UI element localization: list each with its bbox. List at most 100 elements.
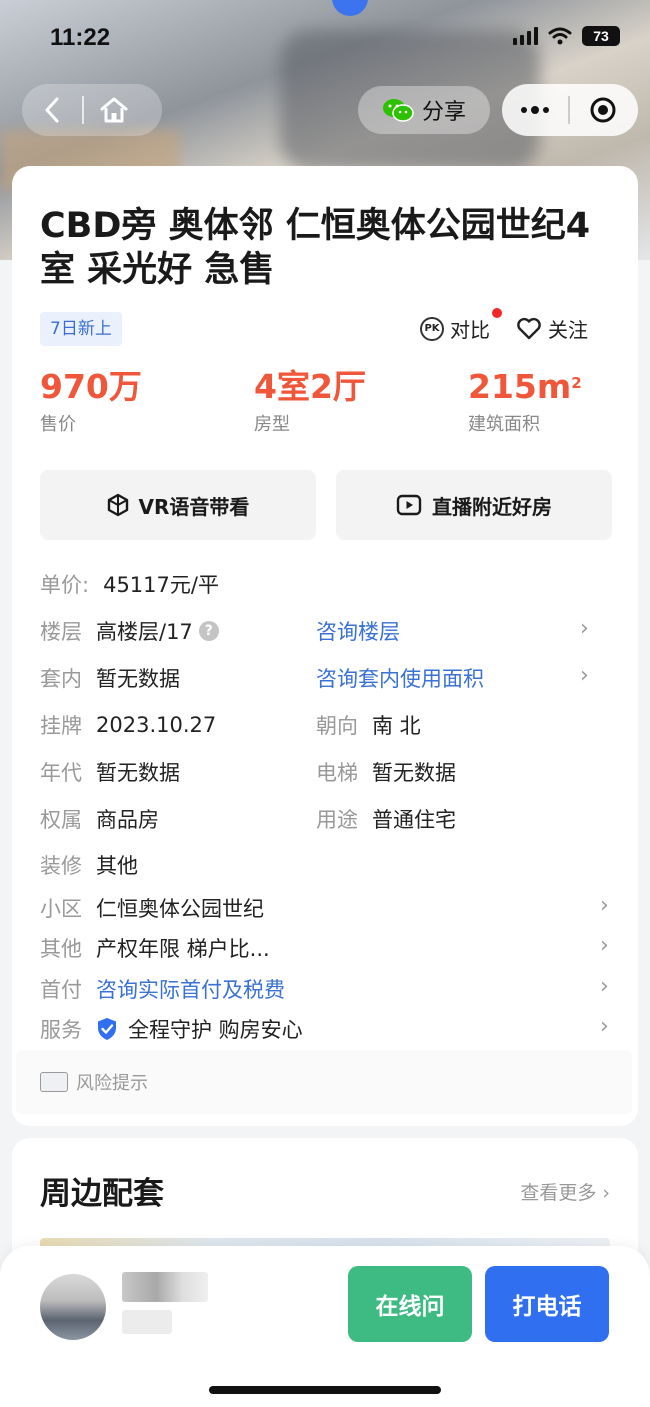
- live-nearby-label: 直播附近好房: [432, 494, 552, 519]
- live-nearby-button[interactable]: 直播附近好房: [336, 470, 612, 540]
- community-row[interactable]: 小区 仁恒奥体公园世纪: [40, 893, 264, 923]
- home-indicator: [209, 1386, 441, 1394]
- risk-label: 风险提示: [76, 1073, 148, 1094]
- floor-row: 楼层 高楼层/17 ?: [40, 616, 219, 646]
- location-pin-icon: [332, 0, 368, 16]
- unit-price-row: 单价: 45117元/平: [40, 569, 219, 599]
- battery-icon: 73: [582, 26, 620, 46]
- layout-value: 4室2厅: [254, 367, 366, 406]
- listed-label: 挂牌: [40, 714, 82, 738]
- risk-notice[interactable]: 风险提示: [16, 1050, 632, 1114]
- chevron-right-icon: ›: [600, 933, 609, 958]
- chat-online-button[interactable]: 在线问: [348, 1266, 472, 1342]
- community-value: 仁恒奥体公园世纪: [96, 897, 264, 921]
- floor-label: 楼层: [40, 620, 82, 644]
- more-dots-icon: [521, 106, 549, 114]
- follow-button[interactable]: 关注: [516, 314, 588, 343]
- chevron-left-icon: [45, 97, 59, 123]
- home-icon: [100, 97, 128, 123]
- compare-button[interactable]: PK 对比: [420, 308, 502, 343]
- more-button[interactable]: [502, 84, 568, 136]
- wechat-icon: [382, 99, 414, 122]
- follow-label: 关注: [548, 318, 588, 342]
- stat-area: 215m2 建筑面积: [468, 366, 582, 436]
- elevator-row: 电梯 暂无数据: [316, 757, 456, 787]
- chevron-right-icon: ›: [600, 893, 609, 918]
- chevron-right-icon: ›: [580, 616, 589, 641]
- other-label: 其他: [40, 937, 82, 961]
- other-row[interactable]: 其他 产权年限 梯户比...: [40, 933, 270, 963]
- live-play-icon: [396, 494, 422, 516]
- orientation-row: 朝向 南 北: [316, 710, 421, 740]
- vr-icon: [107, 493, 128, 517]
- inner-label: 套内: [40, 667, 82, 691]
- inner-value: 暂无数据: [96, 667, 180, 691]
- nav-group: [22, 84, 162, 136]
- stat-layout: 4室2厅 房型: [254, 366, 366, 436]
- listed-row: 挂牌 2023.10.27: [40, 710, 216, 740]
- ownership-value: 商品房: [96, 808, 159, 832]
- down-payment-label: 首付: [40, 978, 82, 1002]
- usage-row: 用途 普通住宅: [316, 804, 456, 834]
- home-button[interactable]: [84, 84, 144, 136]
- usage-label: 用途: [316, 808, 358, 832]
- price-value: 970万: [40, 367, 142, 406]
- area-label: 建筑面积: [468, 414, 540, 435]
- community-label: 小区: [40, 897, 82, 921]
- orientation-label: 朝向: [316, 714, 358, 738]
- id-card-icon: [40, 1072, 68, 1092]
- down-payment-row[interactable]: 首付 咨询实际首付及税费: [40, 974, 285, 1004]
- stat-price: 970万 售价: [40, 366, 142, 436]
- elevator-value: 暂无数据: [372, 761, 456, 785]
- area-value: 215m2: [468, 367, 582, 406]
- year-label: 年代: [40, 761, 82, 785]
- decoration-row: 装修 其他: [40, 850, 138, 880]
- year-row: 年代 暂无数据: [40, 757, 180, 787]
- vr-tour-button[interactable]: VR语音带看: [40, 470, 316, 540]
- ownership-label: 权属: [40, 808, 82, 832]
- decoration-label: 装修: [40, 854, 82, 878]
- bottom-action-bar: 在线问 打电话: [0, 1246, 650, 1407]
- agent-name-blurred: [122, 1272, 208, 1302]
- heart-icon: [517, 317, 541, 339]
- elevator-label: 电梯: [316, 761, 358, 785]
- price-label: 售价: [40, 414, 76, 435]
- status-time: 11:22: [50, 24, 111, 51]
- down-payment-link: 咨询实际首付及税费: [96, 978, 285, 1002]
- vr-tour-label: VR语音带看: [138, 494, 250, 519]
- inner-consult-link[interactable]: 咨询套内使用面积: [316, 663, 484, 693]
- listing-card: CBD旁 奥体邻 仁恒奥体公园世纪4室 采光好 急售 7日新上 PK 对比 关注…: [12, 166, 638, 1126]
- agent-avatar[interactable]: [40, 1274, 106, 1340]
- view-more-link[interactable]: 查看更多 ›: [520, 1178, 610, 1205]
- chevron-right-icon: ›: [596, 1182, 610, 1204]
- shield-check-icon: [98, 1018, 116, 1040]
- year-value: 暂无数据: [96, 761, 180, 785]
- floor-value: 高楼层/17: [96, 620, 193, 644]
- ownership-row: 权属 商品房: [40, 804, 159, 834]
- service-row[interactable]: 服务 全程守护 购房安心: [40, 1014, 303, 1044]
- orientation-value: 南 北: [372, 714, 421, 738]
- signal-icon: [513, 27, 538, 45]
- status-icons: 73: [513, 26, 620, 46]
- usage-value: 普通住宅: [372, 808, 456, 832]
- miniprogram-capsule: [502, 84, 638, 136]
- unit-price-label: 单价:: [40, 573, 90, 597]
- layout-label: 房型: [254, 414, 290, 435]
- agent-subtitle-blurred: [122, 1310, 172, 1334]
- floor-consult-link[interactable]: 咨询楼层: [316, 616, 400, 646]
- call-button[interactable]: 打电话: [485, 1266, 609, 1342]
- decoration-value: 其他: [96, 854, 138, 878]
- area-unit-sup: 2: [571, 374, 582, 392]
- chevron-right-icon: ›: [600, 1014, 609, 1039]
- back-button[interactable]: [22, 84, 82, 136]
- surroundings-title: 周边配套: [40, 1176, 164, 1212]
- pk-icon: PK: [420, 316, 444, 341]
- new-badge: 7日新上: [40, 312, 122, 346]
- other-value: 产权年限 梯户比...: [96, 937, 270, 961]
- unit-price-value: 45117元/平: [103, 573, 219, 597]
- help-icon[interactable]: ?: [198, 621, 219, 641]
- share-label: 分享: [421, 100, 466, 125]
- close-miniprogram-button[interactable]: [570, 84, 636, 136]
- target-close-icon: [590, 97, 616, 123]
- share-button[interactable]: 分享: [358, 86, 490, 134]
